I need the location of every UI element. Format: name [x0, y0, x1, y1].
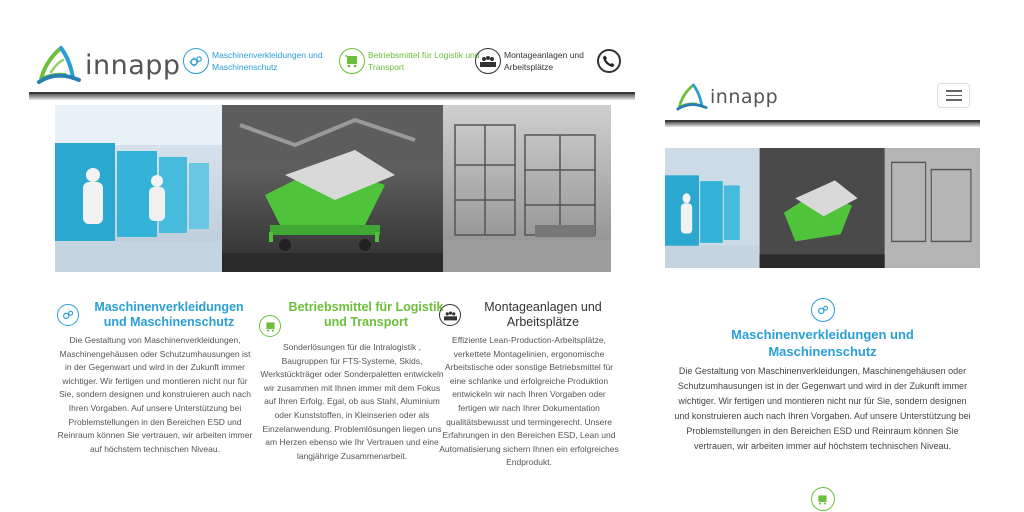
nav-maschinenverkleidungen[interactable]: Maschinenverkleidungen und Maschinenschu… — [183, 48, 332, 74]
gear-cog-icon — [57, 304, 79, 326]
nav-betriebsmittel[interactable]: Betriebsmittel für Logistik und Transpor… — [339, 48, 488, 74]
feature-title: Montageanlagen und Arbeitsplätze — [484, 300, 602, 329]
hero-image — [55, 105, 611, 272]
desktop-header: innapp Maschinenverkleidungen und Maschi… — [29, 38, 635, 92]
hamburger-icon — [945, 90, 962, 92]
brand-name: innapp — [710, 86, 779, 108]
phone-icon — [597, 49, 621, 73]
nav-montageanlagen[interactable]: Montageanlagen und Arbeitsplätze — [475, 48, 594, 74]
brand-logo[interactable]: innapp — [35, 44, 181, 86]
cart-icon — [810, 487, 835, 511]
desktop-preview: innapp Maschinenverkleidungen und Maschi… — [29, 38, 635, 512]
feature-text: Effiziente Lean-Production-Arbeitsplätze… — [439, 335, 619, 468]
innapp-logo-icon — [676, 83, 708, 111]
nav-label: Maschinenverkleidungen und Maschinenschu… — [212, 50, 323, 72]
mobile-preview: innapp Maschinenverkleidungen und Maschi… — [665, 78, 980, 512]
nav-label: Betriebsmittel für Logistik und Transpor… — [368, 50, 480, 72]
gear-cog-icon — [810, 298, 835, 322]
mobile-feature-maschinenverkleidungen: Maschinenverkleidungen und Maschinenschu… — [665, 298, 980, 454]
feature-maschinenverkleidungen: Maschinenverkleidungen und Maschinenschu… — [57, 300, 253, 456]
page: innapp Maschinenverkleidungen und Maschi… — [0, 0, 1024, 512]
workers-icon — [475, 48, 501, 74]
feature-montageanlagen: Montageanlagen und Arbeitsplätze Effizie… — [439, 300, 619, 470]
feature-title: Betriebsmittel für Logistik und Transpor… — [288, 300, 444, 329]
gear-cog-icon — [183, 48, 209, 74]
menu-toggle-button[interactable] — [937, 83, 970, 108]
cart-icon — [339, 48, 365, 74]
feature-betriebsmittel: Betriebsmittel für Logistik und Transpor… — [259, 300, 445, 463]
nav-label: Montageanlagen und Arbeitsplätze — [504, 50, 584, 72]
workers-icon — [439, 304, 461, 326]
mobile-feature-betriebsmittel — [665, 487, 980, 511]
feature-text: Die Gestaltung von Maschinenverkleidunge… — [57, 335, 253, 454]
feature-text: Sonderlösungen für die Intralogistik , B… — [260, 342, 444, 461]
header-divider — [29, 92, 635, 100]
feature-title: Maschinenverkleidungen und Maschinenschu… — [94, 300, 244, 329]
hero-banner — [665, 148, 980, 268]
contact-phone-button[interactable] — [597, 49, 621, 73]
feature-title: Maschinenverkleidungen und Maschinenschu… — [731, 327, 914, 359]
feature-text: Die Gestaltung von Maschinenverkleidunge… — [674, 366, 971, 451]
brand-logo[interactable]: innapp — [675, 82, 778, 112]
hero-banner — [55, 105, 611, 272]
header-divider — [665, 120, 980, 127]
cart-icon — [259, 315, 281, 337]
brand-name: innapp — [85, 49, 181, 81]
hero-image — [665, 148, 980, 268]
innapp-logo-icon — [37, 46, 81, 85]
